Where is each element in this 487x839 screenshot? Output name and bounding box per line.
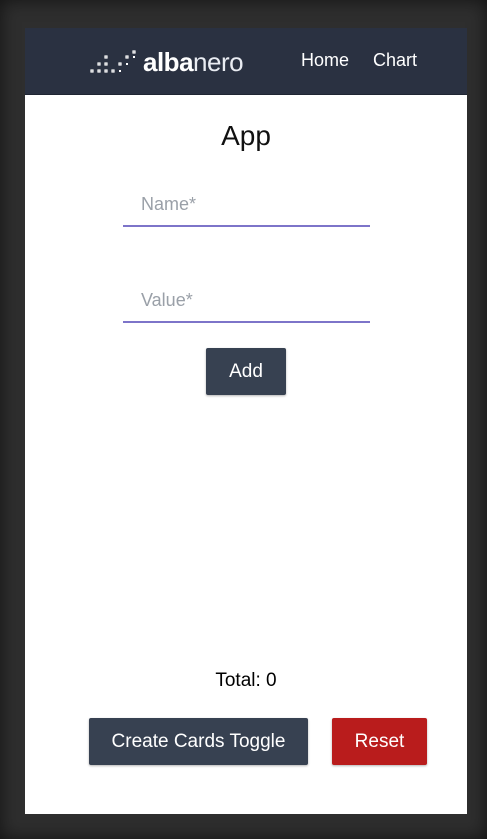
reset-button[interactable]: Reset	[332, 718, 427, 765]
total-label: Total: 0	[215, 670, 277, 691]
nav-link-chart[interactable]: Chart	[373, 50, 417, 71]
brand-wordmark-thin: nero	[193, 47, 244, 77]
navbar: albanero Home Chart	[25, 28, 467, 95]
add-button[interactable]: Add	[206, 348, 286, 395]
brand-wordmark: albanero	[143, 47, 244, 77]
device-frame: albanero Home Chart App Add Total: 0 Cre…	[0, 0, 487, 839]
create-cards-toggle-button[interactable]: Create Cards Toggle	[89, 718, 308, 765]
value-input[interactable]	[123, 279, 370, 323]
name-input[interactable]	[123, 183, 370, 227]
page-title: App	[221, 120, 271, 151]
dotted-stairs-logo-icon	[90, 50, 136, 73]
app-screen: albanero Home Chart App Add Total: 0 Cre…	[25, 28, 467, 814]
brand-wordmark-bold: alba	[143, 47, 194, 77]
nav-link-home[interactable]: Home	[301, 50, 349, 71]
brand-logo[interactable]: albanero	[89, 47, 244, 77]
